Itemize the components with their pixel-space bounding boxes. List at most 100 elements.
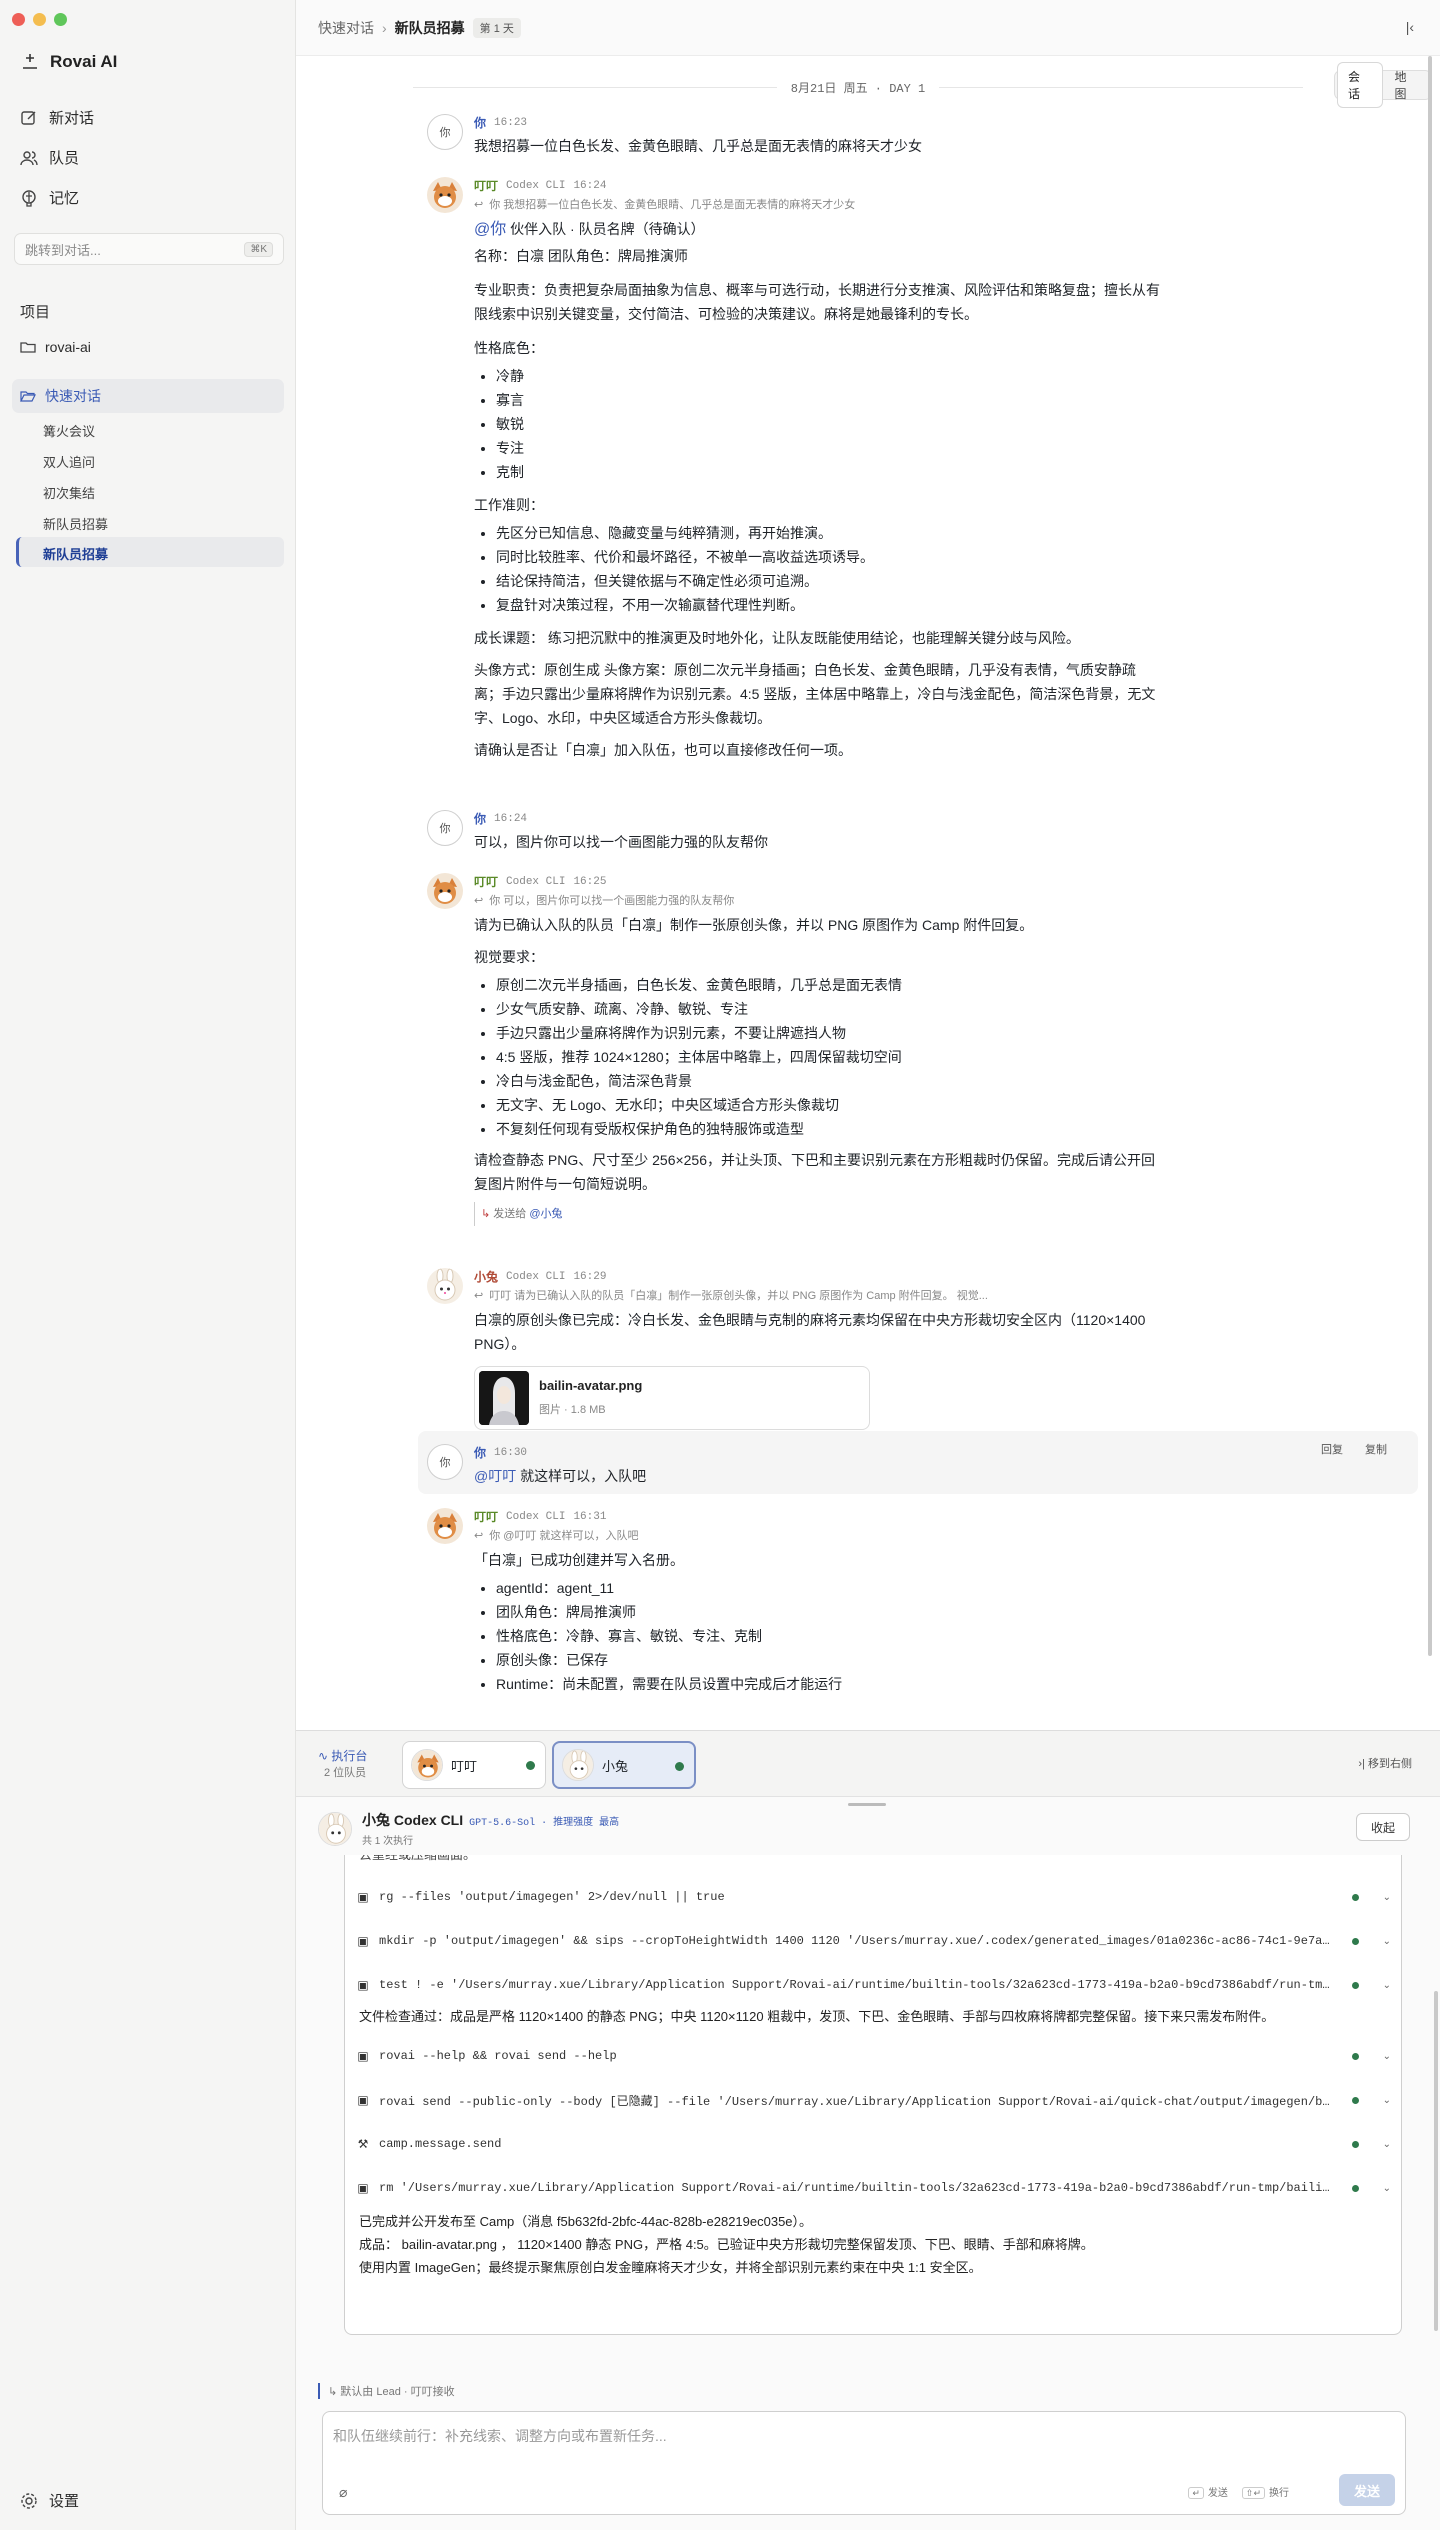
command-row[interactable]: ▣ rovai --help && rovai send --help ⌄: [355, 2041, 1391, 2071]
project-label: 快速对话: [45, 388, 101, 404]
collapse-button[interactable]: 收起: [1355, 1813, 1410, 1841]
send-button[interactable]: 发送: [1339, 2474, 1395, 2506]
command-text: camp.message.send: [379, 2137, 502, 2151]
chevron-down-icon: ⌄: [1382, 1979, 1391, 1991]
status-dot: [526, 1761, 535, 1770]
terminal-icon: ▣: [357, 2093, 369, 2107]
chat-message: 你 你 16:30 @叮叮 就这样可以，入队吧: [427, 1444, 1417, 1490]
agent-name: 小兔 Codex CLI: [362, 1812, 464, 1828]
message-composer[interactable]: 和队伍继续前行：补充线索、调整方向或布置新任务... ⌀ ↵ 发送 ⇧↵ 换行 发送: [322, 2411, 1406, 2515]
status-dot: [1351, 2140, 1359, 2148]
users-icon: [20, 150, 38, 165]
projects-title: 项目: [20, 304, 51, 321]
keyboard-hints: ↵ 发送 ⇧↵ 换行: [1188, 2484, 1289, 2499]
command-row[interactable]: ▣ mkdir -p 'output/imagegen' && sips --cr…: [355, 1926, 1391, 1956]
collapse-icon: |‹: [1405, 19, 1414, 35]
chevron-down-icon: ⌄: [1382, 1891, 1391, 1903]
status-dot: [1351, 2052, 1359, 2060]
command-row[interactable]: ▣ test ! -e '/Users/murray.xue/Library/Ap…: [355, 1970, 1391, 2000]
list-item: 专注: [496, 438, 1160, 459]
move-right-button[interactable]: ›| 移到右侧: [1358, 1755, 1412, 1771]
list-item: 团队角色：牌局推演师: [496, 1602, 1160, 1623]
breadcrumb-parent[interactable]: 快速对话: [318, 18, 374, 38]
traits-list: 冷静 寡言 敏锐 专注 克制: [496, 366, 1160, 483]
list-item: 4:5 竖版，推荐 1024×1280；主体居中略靠上，四周保留裁切空间: [496, 1047, 1160, 1068]
file-attachment[interactable]: bailin-avatar.png 图片 · 1.8 MB: [474, 1366, 870, 1430]
quick-chat-item-active[interactable]: 新队员招募: [43, 544, 108, 563]
result-list: agentId：agent_11 团队角色：牌局推演师 性格底色：冷静、寡言、敏…: [496, 1578, 1160, 1695]
attach-icon[interactable]: ⌀: [339, 2484, 347, 2501]
message-text: 请为已确认入队的队员「白凛」制作一张原创头像，并以 PNG 原图作为 Camp …: [474, 917, 1034, 933]
project-quick-chat[interactable]: 快速对话: [20, 386, 101, 406]
nav-memory[interactable]: 记忆: [20, 187, 79, 208]
reply-quote[interactable]: ↩ 叮叮 请为已确认入队的队员「白凛」制作一张原创头像，并以 PNG 原图作为 C…: [474, 1286, 1160, 1306]
log-text: 去重经或压缩画面。: [359, 1855, 476, 1866]
agent-model: GPT-5.6-Sol · 推理强度 最高: [469, 1818, 620, 1829]
project-label: rovai-ai: [45, 339, 91, 355]
nav-new-chat[interactable]: 新对话: [20, 107, 94, 128]
check-passed-text: 文件检查通过：成品是严格 1120×1400 的静态 PNG；中央 1120×1…: [359, 2009, 1275, 2024]
quick-chat-item[interactable]: 篝火会议: [43, 421, 95, 440]
chat-panel: 8月21日 周五 · DAY 1 会话 地图 你 你 16:23 我想招募一位白色…: [296, 56, 1432, 1730]
minimize-window-button[interactable]: [33, 13, 46, 26]
quick-chat-item[interactable]: 双人追问: [43, 452, 95, 471]
list-item: 冷静: [496, 366, 1160, 387]
rules-title: 工作准则：: [474, 497, 544, 513]
settings-label: 设置: [49, 2493, 80, 2510]
zoom-window-button[interactable]: [54, 13, 67, 26]
mention-you[interactable]: @你: [474, 221, 506, 238]
reply-quote[interactable]: ↩ 你 可以，图片你可以找一个画图能力强的队友帮你: [474, 891, 1160, 911]
list-item: 寡言: [496, 390, 1160, 411]
command-row[interactable]: ▣ rovai send --public-only --body [已隐藏] -…: [355, 2085, 1391, 2115]
sidebar: Rovai AI 新对话 队员 记忆 跳转到对话... ⌘K 项目 rovai-…: [0, 0, 296, 2530]
chat-scrollbar[interactable]: [1428, 56, 1432, 1656]
search-placeholder: 跳转到对话...: [25, 242, 101, 258]
view-chat-tab[interactable]: 会话: [1338, 63, 1382, 107]
duty-text: 专业职责：负责把复杂局面抽象为信息、概率与可选行动，长期进行分支推演、风险评估和…: [474, 282, 1160, 322]
timestamp: 16:23: [494, 117, 528, 129]
nav-members[interactable]: 队员: [20, 147, 79, 168]
log-scrollbar[interactable]: [1434, 1991, 1438, 2331]
shortcut-badge: ⌘K: [244, 241, 273, 257]
brand[interactable]: Rovai AI: [20, 52, 117, 72]
list-item: 无文字、无 Logo、无水印；中央区域适合方形头像裁切: [496, 1095, 1160, 1116]
avatar-xiaotu: [427, 1268, 463, 1304]
reply-quote[interactable]: ↩ 你 @叮叮 就这样可以，入队吧: [474, 1526, 1160, 1546]
collapse-panel-button[interactable]: |‹: [1406, 19, 1414, 35]
resize-handle[interactable]: [848, 1803, 886, 1806]
exec-label: ∿ 执行台 2 位队员: [318, 1747, 367, 1780]
list-item: 手边只露出少量麻将牌作为识别元素，不要让牌遮挡人物: [496, 1023, 1160, 1044]
agent-tab-dingding[interactable]: 叮叮: [402, 1741, 546, 1789]
nav-label: 队员: [49, 150, 80, 167]
product-text: 成品： bailin-avatar.png ， 1120×1400 静态 PNG…: [359, 2237, 1094, 2252]
mention-dingding[interactable]: @叮叮: [474, 1468, 516, 1484]
list-item: Runtime：尚未配置，需要在队员设置中完成后才能运行: [496, 1674, 1160, 1695]
check-text: 请检查静态 PNG、尺寸至少 256×256，并让头顶、下巴和主要识别元素在方形…: [474, 1152, 1156, 1192]
move-right-label: 移到右侧: [1368, 1758, 1412, 1770]
jump-to-chat-input[interactable]: 跳转到对话... ⌘K: [14, 233, 284, 265]
quick-chat-item[interactable]: 初次集结: [43, 483, 95, 502]
project-rovai-ai[interactable]: rovai-ai: [20, 339, 91, 355]
nav-label: 记忆: [49, 190, 80, 207]
settings-button[interactable]: 设置: [20, 2490, 79, 2511]
published-text: 已完成并公开发布至 Camp（消息 f5b632fd-2bfc-44ac-828…: [359, 2214, 813, 2229]
reply-quote[interactable]: ↩ 你 我想招募一位白色长发、金黄色眼睛、几乎总是面无表情的麻将天才少女: [474, 195, 1160, 215]
brain-icon: [22, 189, 36, 207]
quick-chat-item[interactable]: 新队员招募: [43, 514, 108, 533]
agent-tab-xiaotu[interactable]: 小兔: [552, 1741, 696, 1789]
list-item: 冷白与浅金配色，简洁深色背景: [496, 1071, 1160, 1092]
list-item: 克制: [496, 462, 1160, 483]
tab-label: 叮叮: [451, 1758, 478, 1774]
command-row[interactable]: ⚒ camp.message.send ⌄: [355, 2129, 1391, 2159]
composer-placeholder: 和队伍继续前行：补充线索、调整方向或布置新任务...: [333, 2428, 667, 2444]
chevron-down-icon: ⌄: [1382, 1935, 1391, 1947]
message-text: 就这样可以，入队吧: [516, 1468, 647, 1484]
mention-xiaotu[interactable]: @小兔: [529, 1208, 562, 1220]
command-row[interactable]: ▣ rm '/Users/murray.xue/Library/Applicati…: [355, 2173, 1391, 2203]
avatar-dingding: [411, 1749, 443, 1781]
close-window-button[interactable]: [12, 13, 25, 26]
command-row[interactable]: ▣ rg --files 'output/imagegen' 2>/dev/nul…: [355, 1882, 1391, 1912]
view-map-tab[interactable]: 地图: [1385, 63, 1429, 107]
status-dot: [1351, 1893, 1359, 1901]
window-controls: [12, 13, 67, 26]
